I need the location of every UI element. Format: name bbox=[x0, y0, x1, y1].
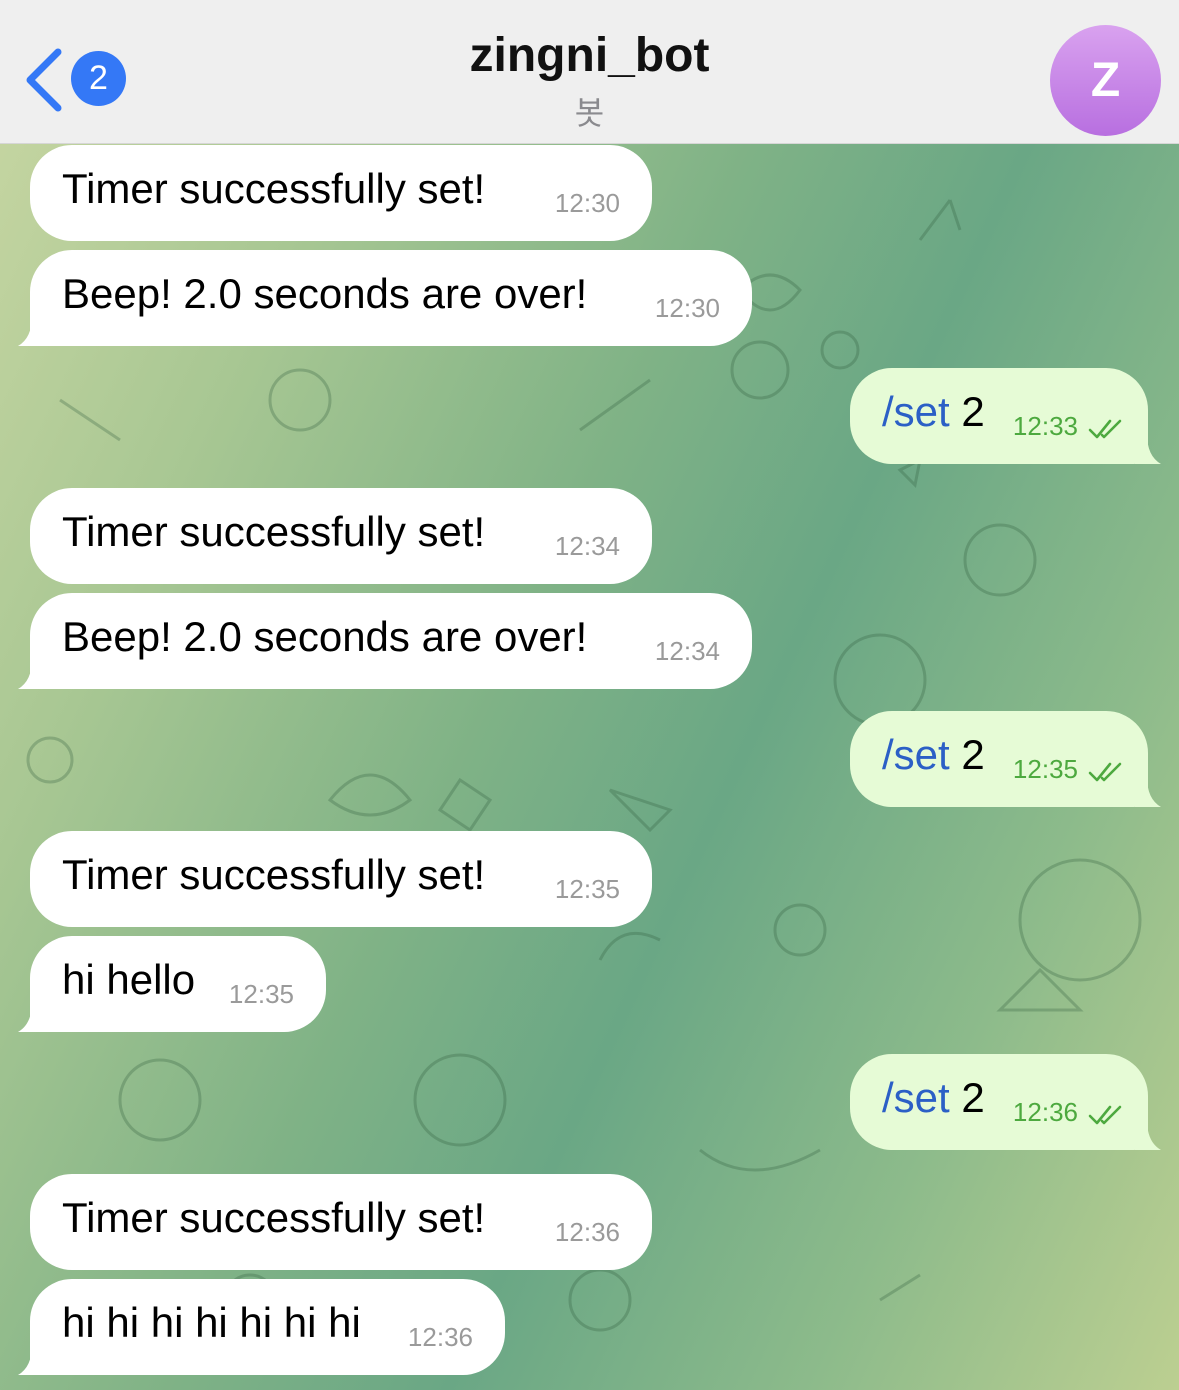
message-timestamp: 12:34 bbox=[654, 636, 720, 666]
bubble-tail bbox=[18, 649, 44, 689]
message-timestamp: 12:36 bbox=[407, 1322, 473, 1352]
incoming-message-bubble[interactable]: Timer successfully set! 12:30 bbox=[30, 145, 652, 241]
message-text: /set 2 bbox=[882, 388, 985, 436]
incoming-message-bubble[interactable]: Beep! 2.0 seconds are over! 12:30 bbox=[30, 250, 752, 346]
message-timestamp: 12:35 bbox=[1012, 754, 1078, 784]
message-timestamp: 12:33 bbox=[1012, 411, 1078, 441]
chat-header: 2 zingni_bot 봇 Z bbox=[0, 0, 1179, 144]
bubble-tail bbox=[1135, 767, 1161, 807]
outgoing-message-bubble[interactable]: /set 2 12:36 bbox=[850, 1054, 1148, 1150]
chat-subtitle: 봇 bbox=[574, 94, 605, 132]
read-double-check-icon bbox=[1088, 419, 1122, 439]
outgoing-message-bubble[interactable]: /set 2 12:33 bbox=[850, 368, 1148, 464]
command-argument: 2 bbox=[949, 1074, 985, 1121]
message-timestamp: 12:36 bbox=[1012, 1097, 1078, 1127]
message-text: /set 2 bbox=[882, 1074, 985, 1122]
incoming-message-bubble[interactable]: Beep! 2.0 seconds are over! 12:34 bbox=[30, 593, 752, 689]
bubble-tail bbox=[1135, 1110, 1161, 1150]
incoming-message-bubble[interactable]: hi hello 12:35 bbox=[30, 936, 326, 1032]
message-text: Timer successfully set! bbox=[62, 508, 486, 555]
bot-command-link[interactable]: /set bbox=[882, 1074, 950, 1121]
bubble-tail bbox=[18, 1335, 44, 1375]
incoming-message-bubble[interactable]: Timer successfully set! 12:36 bbox=[30, 1174, 652, 1270]
message-text: Timer successfully set! bbox=[62, 851, 486, 898]
message-timestamp: 12:36 bbox=[554, 1217, 620, 1247]
incoming-message-bubble[interactable]: Timer successfully set! 12:35 bbox=[30, 831, 652, 927]
message-timestamp: 12:34 bbox=[554, 531, 620, 561]
message-text: hi hi hi hi hi hi hi bbox=[62, 1299, 361, 1346]
outgoing-message-bubble[interactable]: /set 2 12:35 bbox=[850, 711, 1148, 807]
message-text: hi hello bbox=[62, 956, 196, 1003]
command-argument: 2 bbox=[949, 731, 985, 778]
bot-command-link[interactable]: /set bbox=[882, 388, 950, 435]
chat-title[interactable]: zingni_bot bbox=[0, 28, 1179, 83]
incoming-message-bubble[interactable]: hi hi hi hi hi hi hi 12:36 bbox=[30, 1279, 505, 1375]
message-text: /set 2 bbox=[882, 731, 985, 779]
bubble-tail bbox=[1135, 424, 1161, 464]
message-timestamp: 12:30 bbox=[554, 188, 620, 218]
message-text: Timer successfully set! bbox=[62, 165, 486, 212]
bubble-tail bbox=[18, 306, 44, 346]
read-double-check-icon bbox=[1088, 1105, 1122, 1125]
message-timestamp: 12:35 bbox=[228, 979, 294, 1009]
message-text: Beep! 2.0 seconds are over! bbox=[62, 613, 588, 660]
read-double-check-icon bbox=[1088, 762, 1122, 782]
message-timestamp: 12:35 bbox=[554, 874, 620, 904]
bubble-tail bbox=[18, 992, 44, 1032]
bot-command-link[interactable]: /set bbox=[882, 731, 950, 778]
incoming-message-bubble[interactable]: Timer successfully set! 12:34 bbox=[30, 488, 652, 584]
message-timestamp: 12:30 bbox=[654, 293, 720, 323]
message-text: Beep! 2.0 seconds are over! bbox=[62, 270, 588, 317]
command-argument: 2 bbox=[949, 388, 985, 435]
bot-avatar[interactable]: Z bbox=[1050, 25, 1161, 136]
message-text: Timer successfully set! bbox=[62, 1194, 486, 1241]
